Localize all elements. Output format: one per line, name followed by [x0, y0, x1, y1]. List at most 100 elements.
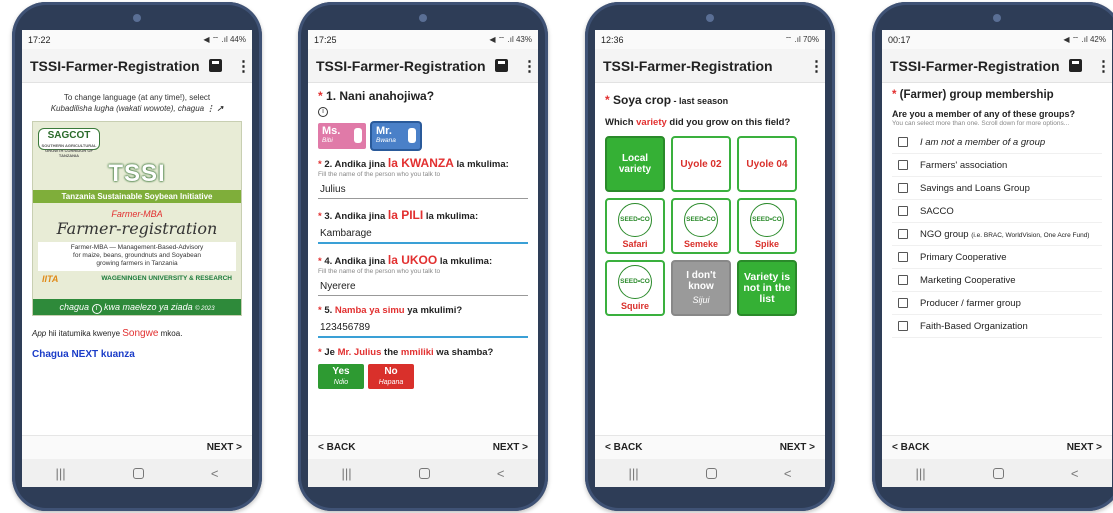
checkbox[interactable]: [898, 160, 908, 170]
checkbox[interactable]: [898, 252, 908, 262]
back-button[interactable]: < BACK: [892, 442, 930, 453]
q3-label: * 3. Andika jina la PILI la mkulima:: [318, 208, 479, 222]
checkbox[interactable]: [898, 275, 908, 285]
phone-3: 12:36 ⌔ .ıl 70% TSSI-Farmer-Registration…: [585, 2, 835, 511]
status-indicators: ◀ ⌔ .ıl 42%: [1063, 34, 1106, 44]
overflow-menu-icon[interactable]: ⋮: [1096, 57, 1111, 75]
android-nav-bar: ||| <: [882, 459, 1112, 487]
group-option-producer[interactable]: Producer / farmer group: [892, 292, 1102, 315]
crop-heading: * Soya crop - last season: [605, 93, 729, 107]
no-hapana-button[interactable]: No Hapana: [368, 364, 414, 389]
group-heading: * (Farmer) group membership: [892, 89, 1054, 101]
group-question: Are you a member of any of these groups?: [892, 109, 1076, 119]
surname-input[interactable]: Nyerere: [318, 278, 528, 296]
home-button[interactable]: [992, 467, 1004, 479]
phone-4: 00:17 ◀ ⌔ .ıl 42% TSSI-Farmer-Registrati…: [872, 2, 1113, 511]
home-button[interactable]: [418, 467, 430, 479]
more-info-bar[interactable]: chagua i kwa maelezo ya ziada © 2023: [33, 298, 241, 315]
group-option-marketing-coop[interactable]: Marketing Cooperative: [892, 269, 1102, 292]
info-icon[interactable]: i: [318, 105, 528, 117]
status-time: 00:17: [888, 34, 911, 45]
ms-bibi-button[interactable]: Ms. Bibi: [318, 123, 366, 149]
status-bar: 00:17 ◀ ⌔ .ıl 42%: [882, 30, 1112, 49]
variety-not-in-list[interactable]: Variety is not in the list: [737, 260, 797, 316]
back-nav-button[interactable]: <: [497, 466, 505, 481]
group-list: I am not a member of a group Farmers' as…: [892, 131, 1102, 338]
checkbox[interactable]: [898, 229, 908, 239]
overflow-menu-icon[interactable]: ⋮: [236, 57, 251, 75]
home-button[interactable]: [132, 467, 144, 479]
next-button[interactable]: NEXT >: [493, 442, 528, 453]
overflow-menu-icon[interactable]: ⋮: [522, 57, 537, 75]
phone-number-input[interactable]: 123456789: [318, 319, 528, 338]
group-option-none[interactable]: I am not a member of a group: [892, 131, 1102, 154]
first-name-input[interactable]: Julius: [318, 181, 528, 199]
q6-label: * Je Mr. Julius the mmiliki wa shamba?: [318, 347, 494, 358]
checkbox[interactable]: [898, 321, 908, 331]
back-button[interactable]: < BACK: [605, 442, 643, 453]
recents-button[interactable]: |||: [56, 466, 66, 481]
next-button[interactable]: NEXT >: [1067, 442, 1102, 453]
recents-button[interactable]: |||: [629, 466, 639, 481]
region-name: Songwe: [122, 327, 159, 339]
variety-dont-know[interactable]: I don't know Sijui: [671, 260, 731, 316]
group-option-faith-based[interactable]: Faith-Based Organization: [892, 315, 1102, 338]
group-hint: You can select more than one. Scroll dow…: [892, 120, 1070, 127]
back-nav-button[interactable]: <: [784, 466, 792, 481]
language-note-sw: Kubadilisha lugha (wakati wowote), chagu…: [50, 103, 224, 113]
group-option-ngo[interactable]: NGO group (i.e. BRAC, WorldVision, One A…: [892, 223, 1102, 246]
language-note-en: To change language (at any time!), selec…: [63, 93, 211, 102]
language-menu-icon: ⋮ ↗: [206, 103, 224, 113]
form-footer: < BACK NEXT >: [882, 435, 1112, 459]
app-title: TSSI-Farmer-Registration: [603, 57, 773, 74]
partner-logos: IITA WAGENINGEN UNIVERSITY & RESEARCH: [38, 274, 236, 284]
form-footer: NEXT >: [22, 435, 252, 459]
status-time: 17:22: [28, 34, 51, 45]
checkbox[interactable]: [898, 206, 908, 216]
app-title: TSSI-Farmer-Registration: [890, 57, 1060, 74]
intro-content: To change language (at any time!), selec…: [22, 83, 252, 368]
back-nav-button[interactable]: <: [211, 466, 219, 481]
next-button[interactable]: NEXT >: [780, 442, 815, 453]
iita-logo: IITA: [42, 273, 59, 284]
seedco-logo-icon: SEED•CO: [750, 202, 784, 237]
variety-uyole-04[interactable]: Uyole 04: [737, 136, 797, 192]
status-bar: 17:22 ◀ ⌔ .ıl 44%: [22, 30, 252, 49]
variety-squire[interactable]: SEED•CO Squire: [605, 260, 665, 316]
checkbox[interactable]: [898, 137, 908, 147]
variety-local[interactable]: Local variety: [605, 136, 665, 192]
checkbox[interactable]: [898, 298, 908, 308]
second-name-input[interactable]: Kambarage: [318, 225, 528, 244]
farmer-mba-description: Farmer-MBA — Management-Based-Advisory f…: [38, 241, 236, 271]
front-camera: [706, 14, 714, 22]
variety-safari[interactable]: SEED•CO Safari: [605, 198, 665, 254]
farmer-registration-title: Farmer-registration: [56, 218, 218, 238]
group-option-farmers-association[interactable]: Farmers' association: [892, 154, 1102, 177]
seedco-logo-icon: SEED•CO: [684, 202, 718, 237]
overflow-menu-icon[interactable]: ⋮: [809, 57, 824, 75]
save-icon[interactable]: [1069, 59, 1082, 72]
recents-button[interactable]: |||: [342, 466, 352, 481]
back-button[interactable]: < BACK: [318, 442, 356, 453]
back-nav-button[interactable]: <: [1071, 466, 1079, 481]
q5-label: * 5. Namba ya simu ya mkulimi?: [318, 305, 463, 316]
variety-spike[interactable]: SEED•CO Spike: [737, 198, 797, 254]
wageningen-logo: WAGENINGEN UNIVERSITY & RESEARCH: [101, 275, 232, 283]
front-camera: [419, 14, 427, 22]
recents-button[interactable]: |||: [916, 466, 926, 481]
save-icon[interactable]: [209, 59, 222, 72]
android-nav-bar: ||| <: [595, 459, 825, 487]
checkbox[interactable]: [898, 183, 908, 193]
mr-bwana-button[interactable]: Mr. Bwana: [372, 123, 420, 149]
variety-uyole-02[interactable]: Uyole 02: [671, 136, 731, 192]
variety-semeke[interactable]: SEED•CO Semeke: [671, 198, 731, 254]
phone-1: 17:22 ◀ ⌔ .ıl 44% TSSI-Farmer-Registrati…: [12, 2, 262, 511]
home-button[interactable]: [705, 467, 717, 479]
group-option-primary-coop[interactable]: Primary Cooperative: [892, 246, 1102, 269]
group-option-sacco[interactable]: SACCO: [892, 200, 1102, 223]
save-icon[interactable]: [495, 59, 508, 72]
next-button[interactable]: NEXT >: [207, 442, 242, 453]
yes-ndio-button[interactable]: Yes Ndio: [318, 364, 364, 389]
group-option-savings-loans[interactable]: Savings and Loans Group: [892, 177, 1102, 200]
app-bar: TSSI-Farmer-Registration ⋮: [882, 49, 1112, 83]
